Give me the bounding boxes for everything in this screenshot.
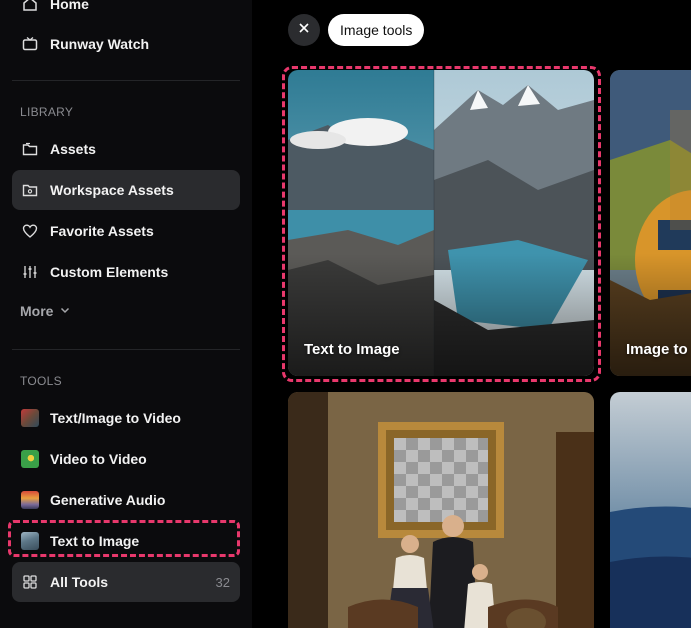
- tv-icon: [20, 34, 40, 54]
- sidebar-item-favorite-assets[interactable]: Favorite Assets: [12, 211, 240, 251]
- sidebar-item-custom-elements[interactable]: Custom Elements: [12, 252, 240, 292]
- heart-icon: [20, 221, 40, 241]
- sidebar-item-label: Text/Image to Video: [50, 410, 181, 426]
- sidebar-item-label: Home: [50, 0, 89, 12]
- image-tools-filter-chip[interactable]: Image tools: [328, 14, 425, 46]
- landscape-tool-card[interactable]: [610, 392, 691, 628]
- sidebar: Home Runway Watch LIBRARY Assets Workspa…: [0, 0, 252, 628]
- home-icon: [20, 0, 40, 14]
- sidebar-item-label: Custom Elements: [50, 264, 169, 280]
- chevron-down-icon: [59, 303, 71, 319]
- all-tools-count: 32: [215, 574, 230, 590]
- image-to-card-image: [610, 70, 691, 376]
- sidebar-item-text-to-image[interactable]: Text to Image: [12, 521, 240, 561]
- sidebar-item-workspace-assets[interactable]: Workspace Assets: [12, 170, 240, 210]
- landscape-tool-card-image: [610, 392, 691, 628]
- grid-icon: [20, 572, 40, 592]
- sidebar-divider: [12, 349, 240, 350]
- portrait-tool-card[interactable]: [288, 392, 594, 628]
- sidebar-item-assets[interactable]: Assets: [12, 129, 240, 169]
- more-toggle[interactable]: More: [20, 303, 71, 319]
- sidebar-item-generative-audio[interactable]: Generative Audio: [12, 480, 240, 520]
- video-to-video-thumbnail-icon: [20, 449, 40, 469]
- sidebar-item-home[interactable]: Home: [12, 0, 240, 24]
- text-to-image-card[interactable]: Text to Image: [288, 70, 594, 376]
- sidebar-item-runway-watch[interactable]: Runway Watch: [12, 24, 240, 64]
- folders-icon: [20, 139, 40, 159]
- sidebar-item-video-to-video[interactable]: Video to Video: [12, 439, 240, 479]
- portrait-tool-card-image: [288, 392, 594, 628]
- generative-audio-thumbnail-icon: [20, 490, 40, 510]
- text-image-to-video-thumbnail-icon: [20, 408, 40, 428]
- image-to-card-label: Image to: [626, 341, 688, 358]
- more-label: More: [20, 303, 54, 319]
- sidebar-item-label: Assets: [50, 141, 96, 157]
- sidebar-item-label: All Tools: [50, 574, 109, 590]
- sidebar-item-label: Generative Audio: [50, 492, 166, 508]
- sidebar-item-label: Video to Video: [50, 451, 147, 467]
- sidebar-item-label: Workspace Assets: [50, 182, 174, 198]
- image-to-card[interactable]: Image to: [610, 70, 691, 376]
- sidebar-item-text-image-to-video[interactable]: Text/Image to Video: [12, 398, 240, 438]
- tools-section-label: TOOLS: [20, 374, 62, 388]
- sliders-icon: [20, 262, 40, 282]
- text-to-image-card-image: [288, 70, 594, 376]
- sidebar-item-all-tools[interactable]: All Tools 32: [12, 562, 240, 602]
- sidebar-item-label: Favorite Assets: [50, 223, 154, 239]
- text-to-image-card-label: Text to Image: [304, 341, 400, 358]
- library-section-label: LIBRARY: [20, 105, 74, 119]
- clear-filter-button[interactable]: [288, 14, 320, 46]
- sidebar-item-label: Runway Watch: [50, 36, 150, 52]
- text-to-image-thumbnail-icon: [20, 531, 40, 551]
- sidebar-divider: [12, 80, 240, 81]
- sidebar-item-label: Text to Image: [50, 533, 140, 549]
- workspace-folder-icon: [20, 180, 40, 200]
- close-icon: [298, 21, 310, 39]
